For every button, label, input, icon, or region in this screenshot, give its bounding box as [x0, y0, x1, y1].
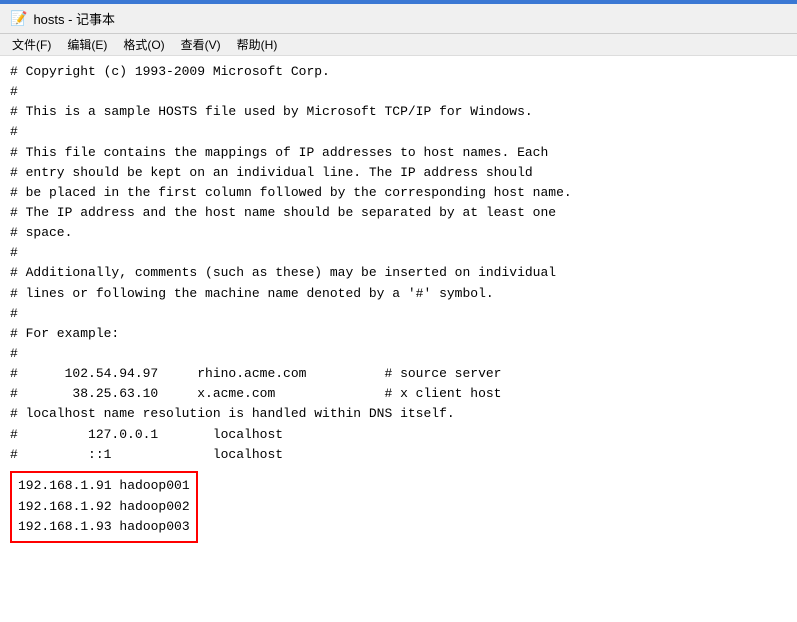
menu-file[interactable]: 文件(F)	[6, 35, 57, 54]
line-19: # localhost name resolution is handled w…	[10, 404, 787, 424]
line-1: # Copyright (c) 1993-2009 Microsoft Corp…	[10, 62, 787, 82]
line-11: # Additionally, comments (such as these)…	[10, 263, 787, 283]
line-16: # 102.54.94.97 rhino.acme.com # source s…	[10, 364, 787, 384]
highlighted-line-2: 192.168.1.92 hadoop002	[18, 497, 190, 518]
line-8: # The IP address and the host name shoul…	[10, 203, 787, 223]
editor-area[interactable]: # Copyright (c) 1993-2009 Microsoft Corp…	[0, 56, 797, 622]
line-12: # lines or following the machine name de…	[10, 284, 787, 304]
line-2: #	[10, 82, 787, 102]
menu-view[interactable]: 查看(V)	[175, 35, 227, 54]
line-13: #	[10, 304, 787, 324]
window-title: hosts - 记事本	[33, 9, 115, 28]
line-14: # For example:	[10, 324, 787, 344]
notepad-icon: 📝	[10, 10, 27, 27]
menu-bar: 文件(F) 编辑(E) 格式(O) 查看(V) 帮助(H)	[0, 34, 797, 56]
line-4: #	[10, 122, 787, 142]
menu-format[interactable]: 格式(O)	[117, 35, 170, 54]
highlighted-line-3: 192.168.1.93 hadoop003	[18, 517, 190, 538]
menu-help[interactable]: 帮助(H)	[231, 35, 284, 54]
line-6: # entry should be kept on an individual …	[10, 163, 787, 183]
line-5: # This file contains the mappings of IP …	[10, 143, 787, 163]
highlighted-block: 192.168.1.91 hadoop001 192.168.1.92 hado…	[10, 471, 198, 543]
line-21: # ::1 localhost	[10, 445, 787, 465]
line-9: # space.	[10, 223, 787, 243]
line-10: #	[10, 243, 787, 263]
menu-edit[interactable]: 编辑(E)	[61, 35, 113, 54]
line-20: # 127.0.0.1 localhost	[10, 425, 787, 445]
line-17: # 38.25.63.10 x.acme.com # x client host	[10, 384, 787, 404]
line-15: #	[10, 344, 787, 364]
title-bar: 📝 hosts - 记事本	[0, 4, 797, 34]
line-7: # be placed in the first column followed…	[10, 183, 787, 203]
highlighted-line-1: 192.168.1.91 hadoop001	[18, 476, 190, 497]
content-lines: # Copyright (c) 1993-2009 Microsoft Corp…	[10, 62, 787, 465]
line-3: # This is a sample HOSTS file used by Mi…	[10, 102, 787, 122]
